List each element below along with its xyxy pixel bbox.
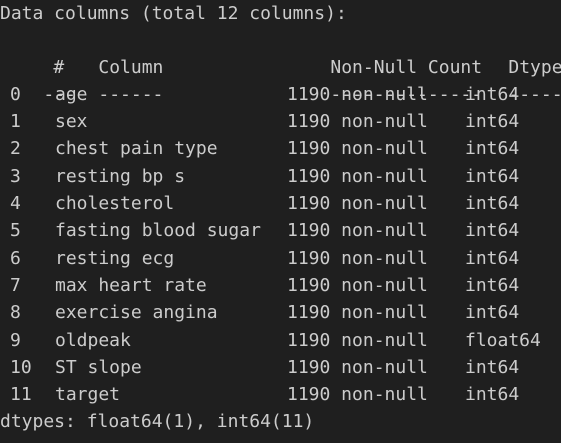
table-row: 4 cholesterol 1190 non-null int64: [0, 190, 561, 217]
table-row: 1 sex 1190 non-null int64: [0, 108, 561, 135]
row-column: ST slope: [55, 356, 142, 378]
table-row: 9 oldpeak 1190 non-null float64: [0, 327, 561, 354]
row-dtype: int64: [465, 111, 520, 133]
row-count: 1190 non-null: [287, 193, 428, 215]
row-column: resting ecg: [55, 247, 175, 269]
row-column: exercise angina: [55, 302, 218, 324]
row-column: oldpeak: [55, 329, 131, 351]
row-index: 2: [10, 138, 21, 160]
table-row: 0 age 1190 non-null int64: [0, 81, 561, 108]
row-count: 1190 non-null: [287, 220, 428, 242]
row-index: 7: [10, 274, 21, 296]
dtypes-footer: dtypes: float64(1), int64(11): [0, 411, 315, 433]
row-index: 9: [10, 329, 21, 351]
header-index: #: [53, 56, 65, 78]
row-index: 1: [10, 111, 21, 133]
table-row: 5 fasting blood sugar 1190 non-null int64: [0, 217, 561, 244]
header-column: Column: [98, 56, 164, 78]
row-index: 11: [10, 384, 32, 406]
row-count: 1190 non-null: [287, 329, 428, 351]
row-count: 1190 non-null: [287, 111, 428, 133]
table-row: 10 ST slope 1190 non-null int64: [0, 354, 561, 381]
row-index: 10: [10, 356, 32, 378]
row-dtype: int64: [465, 220, 520, 242]
row-dtype: int64: [465, 138, 520, 160]
row-column: resting bp s: [55, 165, 186, 187]
header-count: Non-Null Count: [330, 56, 483, 78]
table-row: 3 resting bp s 1190 non-null int64: [0, 163, 561, 190]
row-count: 1190 non-null: [287, 165, 428, 187]
summary-line: Data columns (total 12 columns):: [0, 3, 347, 24]
row-count: 1190 non-null: [287, 384, 428, 406]
dataframe-info-output: Data columns (total 12 columns): # Column…: [0, 0, 561, 443]
row-index: 4: [10, 193, 21, 215]
table-row: 6 resting ecg 1190 non-null int64: [0, 245, 561, 272]
table-row: 11 target 1190 non-null int64: [0, 381, 561, 408]
row-column: fasting blood sugar: [55, 220, 261, 242]
table-header: # Column Non-Null Count Dtype: [0, 26, 561, 78]
table-row: 8 exercise angina 1190 non-null int64: [0, 299, 561, 326]
row-index: 6: [10, 247, 21, 269]
row-count: 1190 non-null: [287, 356, 428, 378]
row-column: max heart rate: [55, 274, 207, 296]
row-column: cholesterol: [55, 193, 175, 215]
row-index: 3: [10, 165, 21, 187]
row-dtype: int64: [465, 165, 520, 187]
row-count: 1190 non-null: [287, 83, 428, 105]
table-body: 0 age 1190 non-null int64 1 sex 1190 non-null…: [0, 81, 561, 409]
row-dtype: int64: [465, 247, 520, 269]
row-dtype: int64: [465, 384, 520, 406]
row-dtype: float64: [465, 329, 541, 351]
row-dtype: int64: [465, 302, 520, 324]
row-count: 1190 non-null: [287, 138, 428, 160]
row-index: 0: [10, 83, 21, 105]
table-row: 7 max heart rate 1190 non-null int64: [0, 272, 561, 299]
row-dtype: int64: [465, 83, 520, 105]
table-row: 2 chest pain type 1190 non-null int64: [0, 135, 561, 162]
row-count: 1190 non-null: [287, 302, 428, 324]
row-column: sex: [55, 111, 88, 133]
header-dtype: Dtype: [508, 56, 561, 78]
row-index: 8: [10, 302, 21, 324]
row-count: 1190 non-null: [287, 274, 428, 296]
row-index: 5: [10, 220, 21, 242]
row-dtype: int64: [465, 356, 520, 378]
row-count: 1190 non-null: [287, 247, 428, 269]
row-dtype: int64: [465, 193, 520, 215]
row-column: chest pain type: [55, 138, 218, 160]
row-column: target: [55, 384, 121, 406]
row-column: age: [55, 83, 88, 105]
row-dtype: int64: [465, 274, 520, 296]
